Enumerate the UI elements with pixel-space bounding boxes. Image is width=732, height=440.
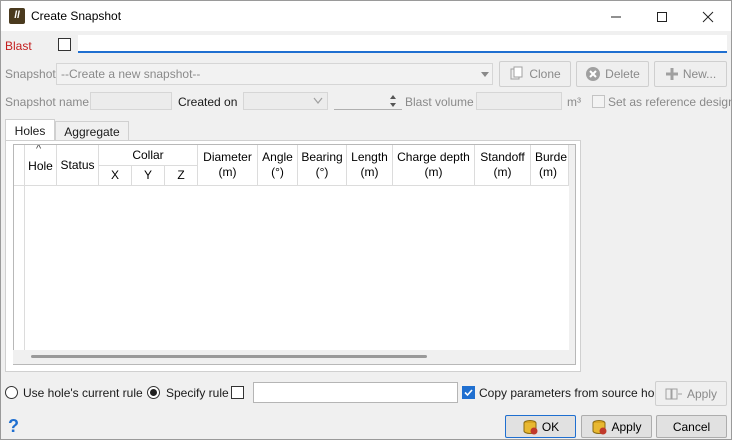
standoff-title: Standoff [480, 150, 525, 164]
cancel-label: Cancel [672, 419, 711, 434]
checkmark-icon [464, 389, 473, 397]
column-header-collar[interactable]: Collar [99, 145, 198, 166]
column-header-x[interactable]: X [99, 166, 132, 185]
apply-rule-icon [665, 388, 682, 399]
charge-depth-title: Charge depth [397, 150, 470, 164]
column-header-y[interactable]: Y [132, 166, 165, 185]
column-header-status[interactable]: Status [57, 145, 99, 185]
column-header-diameter[interactable]: Diameter (m) [198, 145, 258, 185]
reference-design-label: Set as reference design [608, 95, 732, 109]
tab-holes[interactable]: Holes [5, 119, 55, 141]
column-header-z[interactable]: Z [165, 166, 198, 185]
blast-volume-label: Blast volume [405, 95, 474, 109]
bearing-title: Bearing [301, 150, 343, 164]
header-bottom-border [14, 185, 569, 186]
apply-rule-label: Apply [686, 386, 718, 401]
holes-table[interactable]: ^ Hole Status Collar X Y Z Diameter (m) … [13, 144, 576, 365]
title-bar[interactable]: ll Create Snapshot [1, 1, 731, 31]
copy-parameters-checkbox[interactable] [462, 386, 475, 399]
use-current-rule-label: Use hole's current rule [23, 386, 143, 400]
scrollbar-thumb[interactable] [31, 355, 427, 358]
window-title: Create Snapshot [31, 9, 122, 23]
rule-input[interactable] [253, 382, 458, 403]
length-title: Length [351, 150, 388, 164]
snapshot-select-value: --Create a new snapshot-- [61, 67, 201, 81]
apply-button[interactable]: Apply [581, 415, 652, 438]
blast-label: Blast [5, 39, 32, 53]
cancel-button[interactable]: Cancel [656, 415, 727, 438]
blast-volume-stepper[interactable] [334, 92, 402, 110]
angle-unit: (°) [271, 165, 284, 179]
create-snapshot-dialog: ll Create Snapshot Blast Snapshot --Crea… [0, 0, 732, 440]
angle-title: Angle [262, 150, 293, 164]
table-right-gutter [569, 145, 575, 364]
reference-design-checkbox[interactable] [592, 95, 605, 108]
close-button[interactable] [685, 1, 731, 31]
apply-rule-button[interactable]: Apply [655, 381, 727, 406]
copy-parameters-label: Copy parameters from source hole [479, 386, 664, 400]
created-on-date-picker[interactable] [243, 92, 328, 110]
new-snapshot-button[interactable]: New... [654, 61, 727, 87]
bearing-unit: (°) [315, 165, 329, 179]
snapshot-select[interactable]: --Create a new snapshot-- [56, 63, 493, 85]
diameter-title: Diameter [203, 150, 252, 164]
row-header-divider [24, 186, 25, 351]
plus-icon [665, 68, 678, 80]
maximize-button[interactable] [639, 1, 685, 31]
apply-label: Apply [611, 419, 642, 434]
copy-icon [510, 66, 523, 80]
minimize-button[interactable] [593, 1, 639, 31]
blast-input[interactable] [78, 35, 727, 53]
ok-label: OK [541, 419, 560, 434]
burden-title: Burde [535, 150, 568, 164]
app-logo-icon: ll [9, 8, 25, 24]
use-current-rule-radio[interactable] [5, 386, 18, 399]
snapshot-name-label: Snapshot name [5, 95, 90, 109]
maximize-icon [657, 12, 667, 23]
blast-volume-field[interactable] [476, 92, 562, 110]
standoff-unit: (m) [493, 165, 512, 179]
specify-rule-radio[interactable] [147, 386, 160, 399]
burden-unit: (m) [539, 165, 557, 179]
close-icon [702, 11, 714, 23]
specify-rule-label: Specify rule [166, 386, 229, 400]
charge-depth-unit: (m) [424, 165, 443, 179]
blast-checkbox[interactable] [58, 38, 71, 51]
delete-icon [586, 67, 601, 81]
database-ok-icon [523, 419, 538, 434]
column-header-hole[interactable]: Hole [25, 145, 57, 185]
snapshot-label: Snapshot [5, 67, 56, 81]
ok-button[interactable]: OK [505, 415, 576, 438]
diameter-unit: (m) [218, 165, 237, 179]
column-header-burden[interactable]: Burde (m) [531, 145, 569, 185]
delete-label: Delete [605, 67, 640, 81]
clone-label: Clone [529, 67, 561, 81]
help-icon[interactable]: ? [8, 416, 19, 437]
column-header-length[interactable]: Length (m) [347, 145, 393, 185]
stepper-arrows-icon [390, 95, 396, 107]
database-apply-icon [592, 419, 607, 434]
clone-button[interactable]: Clone [499, 61, 571, 87]
volume-unit-label: m³ [567, 95, 581, 109]
delete-button[interactable]: Delete [576, 61, 649, 87]
new-label: New... [682, 67, 717, 81]
specify-rule-checkbox[interactable] [231, 386, 244, 399]
chevron-down-icon [481, 72, 489, 77]
column-header-bearing[interactable]: Bearing (°) [298, 145, 347, 185]
column-header-charge-depth[interactable]: Charge depth (m) [393, 145, 475, 185]
tab-aggregate[interactable]: Aggregate [55, 121, 129, 141]
horizontal-scrollbar[interactable] [13, 350, 575, 364]
column-header-standoff[interactable]: Standoff (m) [475, 145, 531, 185]
column-header-angle[interactable]: Angle (°) [258, 145, 298, 185]
created-on-label: Created on [178, 95, 238, 109]
row-header-corner [14, 145, 25, 185]
chevron-down-icon [313, 97, 323, 104]
snapshot-name-field[interactable] [90, 92, 172, 110]
minimize-icon [611, 16, 621, 18]
length-unit: (m) [360, 165, 379, 179]
